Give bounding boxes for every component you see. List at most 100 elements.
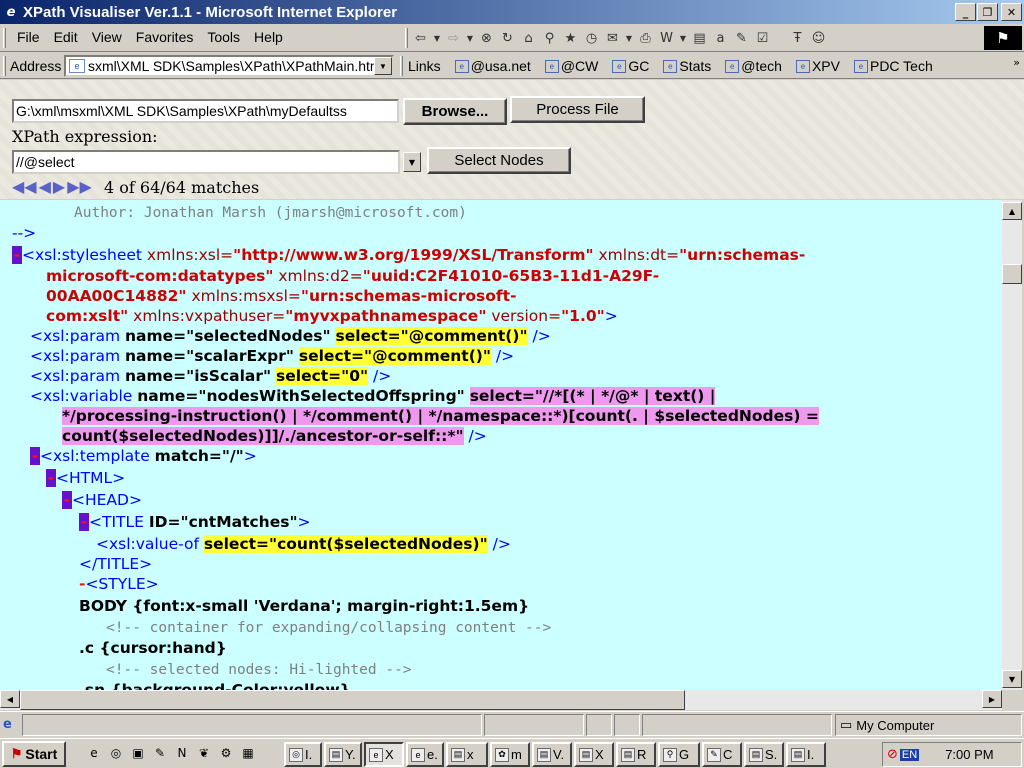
highlighted-attr[interactable]: select="@comment()" <box>335 327 528 345</box>
link-gc[interactable]: e GC <box>612 58 649 74</box>
ie-quicklaunch-icon[interactable]: e <box>86 745 102 761</box>
highlighted-attr[interactable]: select="@comment()" <box>298 347 491 365</box>
messenger-icon[interactable]: ☺ <box>808 28 829 48</box>
desktop-quicklaunch-icon[interactable]: ▣ <box>130 745 146 761</box>
highlighted-attr[interactable]: select="0" <box>276 367 369 385</box>
back-dropdown-icon[interactable]: ▼ <box>431 28 443 48</box>
link-usa-net[interactable]: e @usa.net <box>454 58 531 74</box>
current-match-attr[interactable]: */processing-instruction() | */comment()… <box>62 407 819 425</box>
scroll-down-icon[interactable]: ▼ <box>1002 670 1022 688</box>
horizontal-scroll-thumb[interactable] <box>20 690 685 710</box>
msn-quicklaunch-icon[interactable]: ❦ <box>196 745 212 761</box>
discuss-icon[interactable]: ▤ <box>689 28 710 48</box>
task-button[interactable]: ◎ I. <box>284 742 322 767</box>
file-path-input[interactable]: G:\xml\msxml\XML SDK\Samples\XPath\myDef… <box>12 99 399 123</box>
address-input[interactable]: e sxml\XML SDK\Samples\XPath\XPathMain.h… <box>64 55 394 77</box>
mail-icon[interactable]: ✉ <box>602 28 623 48</box>
task-button[interactable]: ✿ m <box>490 742 530 767</box>
task-button[interactable]: ✎ C <box>702 742 742 767</box>
task-button[interactable]: ▤ S. <box>744 742 784 767</box>
task-button[interactable]: ▤ R <box>616 742 656 767</box>
edit-icon[interactable]: W <box>656 28 677 48</box>
mail-dropdown-icon[interactable]: ▼ <box>623 28 635 48</box>
search-icon[interactable]: ⚲ <box>539 28 560 48</box>
edit-dropdown-icon[interactable]: ▼ <box>677 28 689 48</box>
scroll-right-icon[interactable]: ▶ <box>982 690 1002 708</box>
links-grip[interactable] <box>400 56 403 76</box>
print-icon[interactable]: ⎙ <box>635 28 656 48</box>
prev-match-icon[interactable]: ◀ <box>39 178 51 196</box>
refresh-icon[interactable]: ↻ <box>497 28 518 48</box>
task-label: x <box>467 747 474 762</box>
link-tech[interactable]: e @tech <box>725 58 782 74</box>
research-icon[interactable]: ☑ <box>752 28 773 48</box>
menu-grip[interactable] <box>3 28 6 48</box>
current-match-attr[interactable]: count($selectedNodes)]]/./ancestor-or-se… <box>62 427 464 445</box>
tool-quicklaunch-icon[interactable]: ⚙ <box>218 745 234 761</box>
language-indicator[interactable]: EN <box>899 748 920 761</box>
xpath-input[interactable]: //@select <box>12 150 400 174</box>
first-match-icon[interactable]: ◀◀ <box>12 178 37 196</box>
collapse-toggle[interactable]: - <box>79 513 89 531</box>
task-button[interactable]: ▤ x <box>446 742 488 767</box>
task-button[interactable]: ▤ X <box>574 742 614 767</box>
history-icon[interactable]: ◷ <box>581 28 602 48</box>
task-button[interactable]: ⚲ G <box>658 742 700 767</box>
ie-icon[interactable]: e <box>3 4 19 20</box>
menu-edit[interactable]: Edit <box>47 29 85 45</box>
current-match-attr[interactable]: select="//*[(* | */@* | text() | <box>469 387 716 405</box>
link-xpv[interactable]: e XPV <box>795 58 840 74</box>
link-cw[interactable]: e @CW <box>544 58 598 74</box>
back-icon[interactable]: ⇦ <box>410 28 431 48</box>
outlook-quicklaunch-icon[interactable]: ◎ <box>108 745 124 761</box>
collapse-toggle[interactable]: - <box>62 491 72 509</box>
menu-favorites[interactable]: Favorites <box>129 29 201 45</box>
collapse-toggle[interactable]: - <box>46 469 56 487</box>
tech-icon[interactable]: Ŧ <box>787 28 808 48</box>
link-pdc-tech[interactable]: e PDC Tech <box>853 58 933 74</box>
menu-tools[interactable]: Tools <box>200 29 247 45</box>
highlighted-attr[interactable]: select="count($selectedNodes)" <box>203 535 488 553</box>
close-button[interactable]: ✕ <box>1001 3 1022 21</box>
home-icon[interactable]: ⌂ <box>518 28 539 48</box>
link-stats[interactable]: e Stats <box>663 58 711 74</box>
address-grip[interactable] <box>3 56 6 76</box>
task-button[interactable]: e e. <box>406 742 444 767</box>
select-nodes-button[interactable]: Select Nodes <box>427 147 571 174</box>
next-match-icon[interactable]: ▶ <box>53 178 65 196</box>
start-button[interactable]: ⚑ Start <box>2 741 66 767</box>
scroll-left-icon[interactable]: ◀ <box>0 690 20 708</box>
scroll-up-icon[interactable]: ▲ <box>1002 202 1022 220</box>
vertical-scroll-thumb[interactable] <box>1002 264 1022 284</box>
network-icon[interactable]: ⊘ <box>887 747 898 762</box>
notepad-quicklaunch-icon[interactable]: N <box>174 745 190 761</box>
process-file-button[interactable]: Process File <box>510 96 645 123</box>
word-quicklaunch-icon[interactable]: ✎ <box>152 745 168 761</box>
collapse-toggle[interactable]: - <box>30 447 40 465</box>
stop-icon[interactable]: ⊗ <box>476 28 497 48</box>
links-chevron-icon[interactable]: » <box>1013 56 1020 69</box>
browse-button[interactable]: Browse... <box>403 98 507 125</box>
menu-help[interactable]: Help <box>247 29 290 45</box>
favorites-icon[interactable]: ★ <box>560 28 581 48</box>
clock[interactable]: 7:00 PM <box>945 747 993 762</box>
xpath-dropdown-icon[interactable]: ▼ <box>403 152 421 172</box>
maximize-button[interactable]: ❐ <box>977 3 998 21</box>
forward-icon[interactable]: ⇨ <box>443 28 464 48</box>
collapse-toggle[interactable]: - <box>12 246 22 264</box>
toolbar-grip[interactable] <box>405 28 408 48</box>
task-button[interactable]: ▤ V. <box>532 742 572 767</box>
menu-file[interactable]: File <box>10 29 47 45</box>
forward-dropdown-icon[interactable]: ▼ <box>464 28 476 48</box>
task-button-active[interactable]: eX <box>364 742 404 767</box>
related-icon[interactable]: ✎ <box>731 28 752 48</box>
encoding-icon[interactable]: a <box>710 28 731 48</box>
task-button[interactable]: ▤ Y. <box>324 742 362 767</box>
menu-view[interactable]: View <box>85 29 129 45</box>
app-quicklaunch-icon[interactable]: ▦ <box>240 745 256 761</box>
last-match-icon[interactable]: ▶▶ <box>67 178 92 196</box>
minimize-button[interactable]: _ <box>955 3 976 21</box>
address-value[interactable]: sxml\XML SDK\Samples\XPath\XPathMain.htm <box>88 58 382 74</box>
task-button[interactable]: ▤ I. <box>786 742 826 767</box>
address-dropdown-icon[interactable]: ▼ <box>374 57 392 75</box>
